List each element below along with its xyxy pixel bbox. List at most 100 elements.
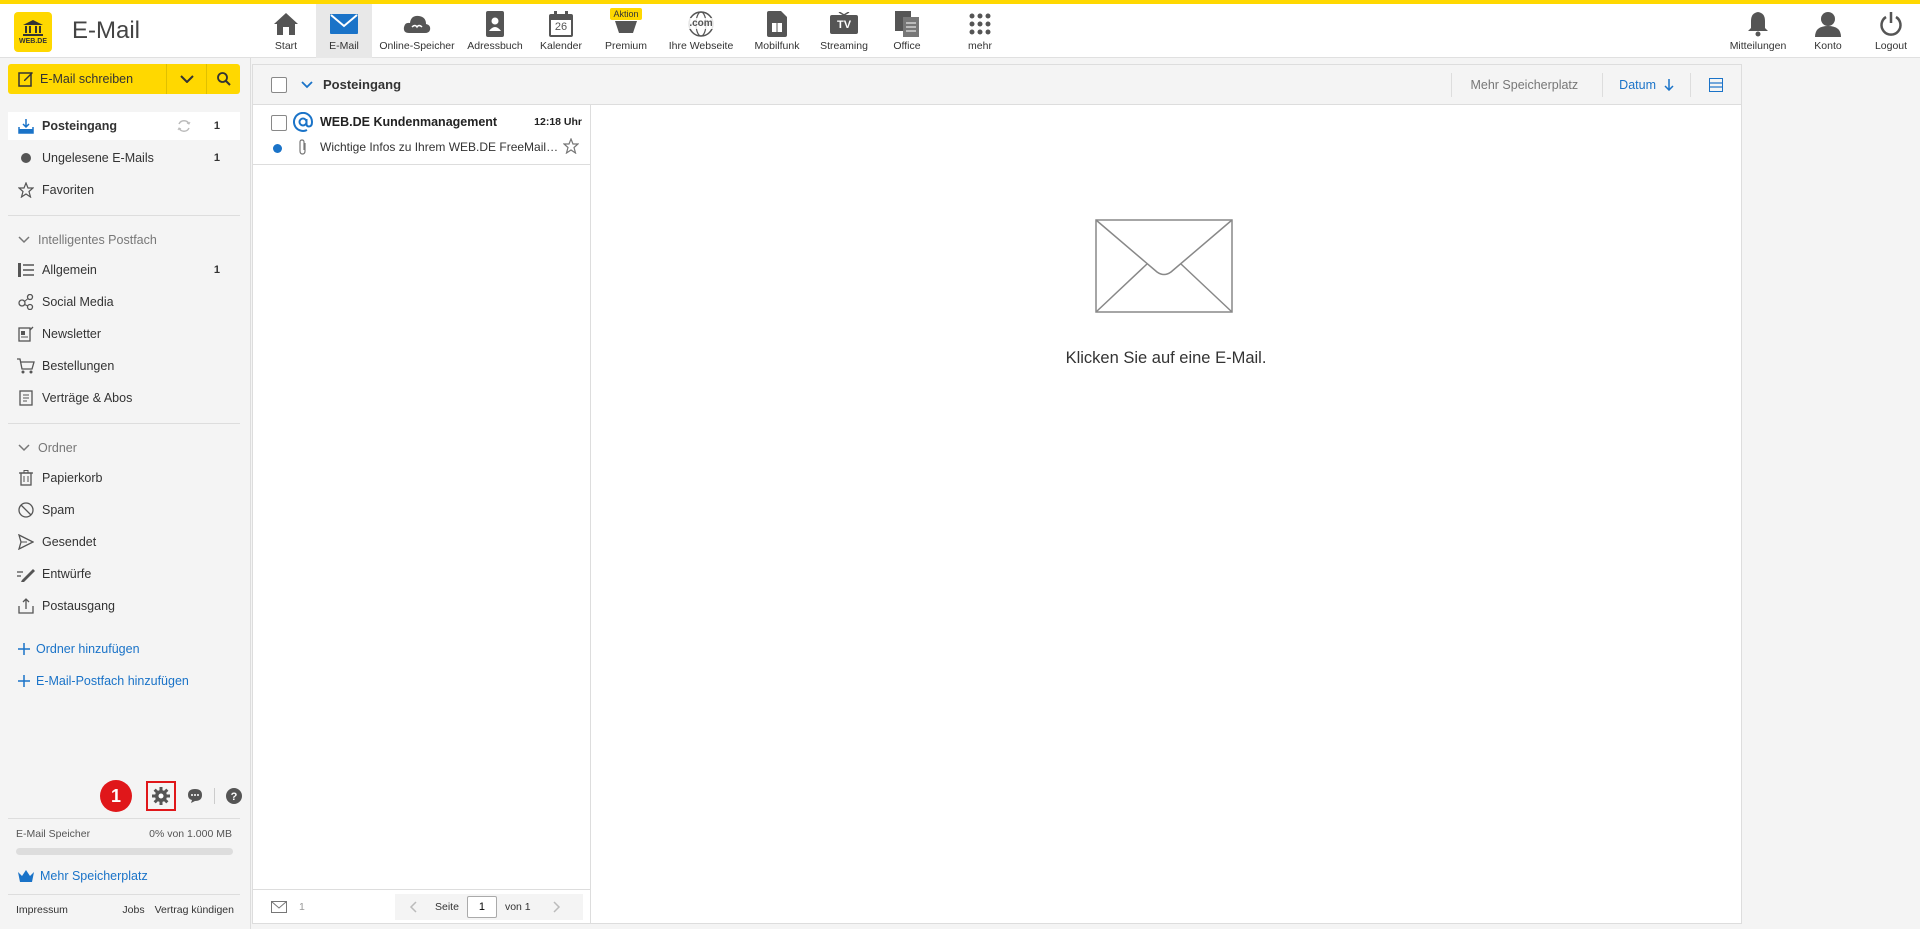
add-folder-link[interactable]: Ordner hinzufügen (8, 637, 140, 661)
help-button[interactable]: ? (221, 783, 247, 809)
folder-count: 1 (213, 264, 220, 276)
cart-icon (16, 356, 36, 376)
office-icon (893, 10, 921, 38)
sidebar: E-Mail schreiben Posteingang 1 Ungelesen… (0, 58, 251, 929)
nav-office[interactable]: Office (878, 4, 936, 58)
message-count: 1 (299, 900, 305, 913)
draft-icon (16, 564, 36, 584)
folder-papierkorb[interactable]: Papierkorb (8, 464, 240, 492)
compose-icon (18, 72, 33, 87)
star-icon[interactable] (563, 138, 579, 154)
section-ordner[interactable]: Ordner (8, 436, 240, 460)
svg-text:?: ? (231, 791, 238, 803)
addressbook-icon (481, 10, 509, 38)
nav-label: Premium (604, 40, 647, 52)
webde-logo[interactable]: WEB.DE (14, 12, 52, 52)
folder-vertraege[interactable]: Verträge & Abos (8, 384, 240, 412)
folder-gesendet[interactable]: Gesendet (8, 528, 240, 556)
page-number-input[interactable] (466, 896, 497, 918)
reading-pane: Klicken Sie auf eine E-Mail. (591, 105, 1741, 923)
view-toggle-button[interactable] (1691, 65, 1741, 105)
nav-premium[interactable]: Aktion Premium (594, 4, 658, 58)
folder-posteingang[interactable]: Posteingang 1 (8, 112, 240, 140)
feedback-button[interactable] (182, 783, 208, 809)
mail-count-icon (271, 900, 287, 913)
sort-label: Datum (1619, 78, 1656, 92)
more-storage-button[interactable]: Mehr Speicherplatz (1452, 78, 1596, 92)
add-folder-label: Ordner hinzufügen (36, 642, 140, 656)
globe-icon: .com (687, 10, 715, 38)
chevron-down-icon[interactable] (301, 80, 313, 89)
compose-dropdown-button[interactable] (166, 64, 206, 94)
cloud-icon (403, 10, 431, 38)
folder-label: Entwürfe (42, 567, 92, 581)
folder-ungelesene[interactable]: Ungelesene E-Mails 1 (8, 144, 240, 172)
nav-online-speicher[interactable]: Online-Speicher (372, 4, 462, 58)
step-marker-badge: 1 (100, 780, 132, 812)
calendar-icon: 26 (547, 10, 575, 38)
compose-button[interactable]: E-Mail schreiben (8, 64, 166, 94)
settings-button[interactable] (146, 781, 176, 811)
folder-label: Ungelesene E-Mails (42, 151, 154, 165)
cancel-contract-link[interactable]: Vertrag kündigen (155, 904, 234, 916)
add-mailbox-link[interactable]: E-Mail-Postfach hinzufügen (8, 669, 189, 693)
nav-mehr[interactable]: mehr (936, 4, 1024, 58)
section-intelligentes-postfach[interactable]: Intelligentes Postfach (8, 228, 240, 252)
folder-spam[interactable]: Spam (8, 496, 240, 524)
social-icon (16, 292, 36, 312)
folder-entwuerfe[interactable]: Entwürfe (8, 560, 240, 588)
chevron-right-icon[interactable] (553, 901, 561, 913)
nav-label: Start (274, 40, 298, 52)
page-of-label: von 1 (504, 901, 531, 913)
more-storage-link[interactable]: Mehr Speicherplatz (18, 866, 148, 886)
calendar-day: 26 (554, 21, 568, 33)
nav-streaming[interactable]: TV Streaming (810, 4, 878, 58)
nav-mitteilungen[interactable]: Mitteilungen (1722, 4, 1794, 58)
message-row[interactable]: WEB.DE Kundenmanagement 12:18 Uhr Wichti… (253, 105, 590, 165)
folder-postausgang[interactable]: Postausgang (8, 592, 240, 620)
sidebar-footer: Impressum Jobs Vertrag kündigen (16, 904, 234, 916)
home-icon (272, 10, 300, 38)
chat-bubble-icon (188, 789, 202, 803)
nav-start[interactable]: Start (256, 4, 316, 58)
nav-logout[interactable]: Logout (1862, 4, 1920, 58)
outbox-icon (16, 596, 36, 616)
list-header: Posteingang Mehr Speicherplatz Datum (253, 65, 1741, 105)
nav-adressbuch[interactable]: Adressbuch (462, 4, 528, 58)
nav-label: Online-Speicher (379, 40, 455, 52)
divider (8, 818, 240, 819)
folder-bestellungen[interactable]: Bestellungen (8, 352, 240, 380)
mail-icon (330, 10, 358, 38)
gear-icon (152, 787, 170, 805)
impressum-link[interactable]: Impressum (16, 904, 122, 916)
compose-group: E-Mail schreiben (8, 64, 240, 94)
nav-email[interactable]: E-Mail (316, 4, 372, 58)
nav-label: mehr (968, 40, 992, 52)
sort-datum-button[interactable]: Datum (1603, 78, 1690, 92)
message-checkbox[interactable] (271, 115, 287, 131)
page-label: Seite (435, 901, 459, 913)
jobs-link[interactable]: Jobs (122, 904, 144, 916)
aktion-badge: Aktion (610, 8, 642, 20)
folder-label: Bestellungen (42, 359, 115, 373)
mail-search-button[interactable] (206, 64, 240, 94)
section-title: Ordner (38, 441, 77, 455)
nav-webseite[interactable]: .com Ihre Webseite (658, 4, 744, 58)
folder-label: Papierkorb (42, 471, 103, 485)
at-sign-icon (293, 112, 313, 132)
nav-konto[interactable]: Konto (1794, 4, 1862, 58)
select-all-checkbox[interactable] (271, 76, 287, 93)
nav-mobilfunk[interactable]: Mobilfunk (744, 4, 810, 58)
folder-label: Verträge & Abos (42, 391, 133, 405)
folder-social-media[interactable]: Social Media (8, 288, 240, 316)
chevron-left-icon[interactable] (409, 901, 417, 913)
crown-icon (18, 870, 34, 882)
folder-allgemein[interactable]: Allgemein 1 (8, 256, 240, 284)
nav-label: Adressbuch (467, 40, 523, 52)
refresh-icon[interactable] (176, 118, 192, 134)
folder-newsletter[interactable]: Newsletter (8, 320, 240, 348)
nav-label: Konto (1814, 40, 1842, 52)
divider (214, 788, 215, 804)
nav-kalender[interactable]: 26 Kalender (528, 4, 594, 58)
folder-favoriten[interactable]: Favoriten (8, 176, 240, 204)
